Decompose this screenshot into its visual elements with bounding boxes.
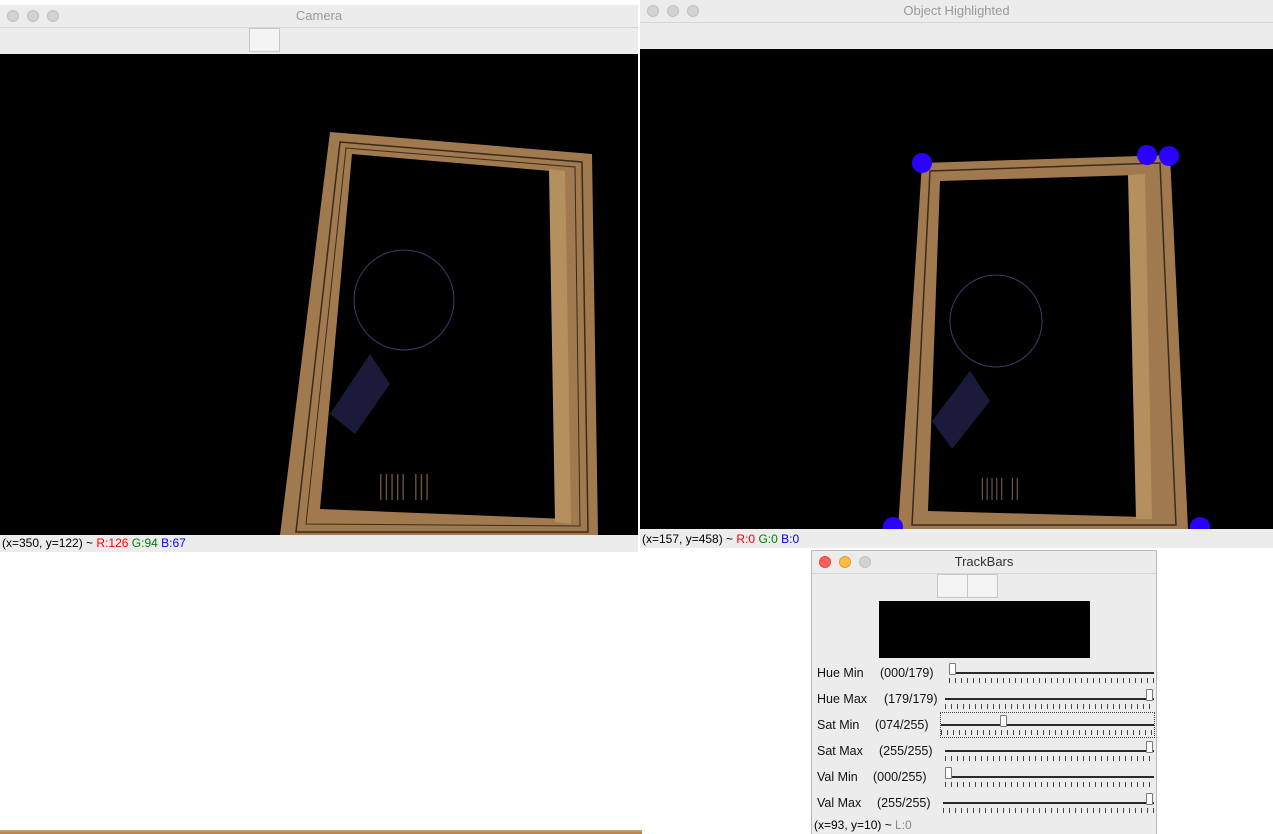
status-luminance: L:0 <box>895 818 912 832</box>
trackbar-row: Val Min (000/255) <box>812 763 1156 789</box>
toolbar-button[interactable] <box>249 28 280 52</box>
slider-thumb[interactable] <box>1146 793 1153 805</box>
trackbar-value: (179/179) <box>884 692 938 706</box>
slider-thumb[interactable] <box>1146 689 1153 701</box>
trackbar-slider[interactable] <box>943 791 1154 815</box>
corner-marker <box>912 153 932 173</box>
highlight-titlebar[interactable]: Object Highlighted <box>640 0 1273 23</box>
svg-text:||||| |||: ||||| ||| <box>378 470 430 501</box>
trackbar-label: Sat Min <box>817 718 860 732</box>
trackbar-value: (000/179) <box>880 666 934 680</box>
trackbar-row: Sat Min (074/255) <box>812 711 1156 738</box>
highlight-status-bar: (x=157, y=458) ~ R:0 G:0 B:0 <box>640 530 1273 548</box>
camera-titlebar[interactable]: Camera <box>0 5 638 28</box>
status-blue: B:67 <box>161 536 186 550</box>
window-title: Camera <box>295 8 343 23</box>
status-red: R:0 <box>736 532 756 546</box>
trackbars-window: TrackBars Hue Min (000/179) Hue Max (179/17… <box>811 550 1157 834</box>
trackbar-row: Hue Max (179/179) <box>812 685 1156 711</box>
toolbar-button[interactable] <box>967 574 998 598</box>
object-highlighted-window: Object Highlighted ||||| || (x=157, y=45… <box>640 0 1273 548</box>
highlighted-image: ||||| || <box>883 145 1210 529</box>
status-coords: (x=93, y=10) ~ <box>814 818 896 832</box>
status-blue: B:0 <box>781 532 800 546</box>
slider-ticks <box>943 808 1154 813</box>
trackbar-slider[interactable] <box>945 765 1154 789</box>
corner-marker <box>1190 517 1210 529</box>
highlight-video-frame[interactable]: ||||| || <box>640 49 1273 529</box>
status-red: R:126 <box>96 536 129 550</box>
status-green: G:0 <box>758 532 778 546</box>
trackbar-label: Sat Max <box>817 744 863 758</box>
trackbar-value: (255/255) <box>877 796 931 810</box>
corner-marker <box>1159 146 1179 166</box>
slider-track <box>945 776 1154 778</box>
slider-thumb[interactable] <box>1146 741 1153 753</box>
trackbar-slider[interactable] <box>940 712 1155 738</box>
corner-marker <box>1137 145 1157 165</box>
slider-ticks <box>945 704 1154 709</box>
slider-ticks <box>945 782 1154 787</box>
trackbar-slider[interactable] <box>945 687 1154 711</box>
slider-track <box>943 802 1154 804</box>
camera-status-bar: (x=350, y=122) ~ R:126 G:94 B:67 <box>0 535 638 552</box>
desktop-background-strip <box>1157 548 1273 834</box>
preview-image <box>879 601 1090 658</box>
highlight-toolbar <box>640 23 1273 49</box>
camera-video-frame[interactable]: ||||| ||| <box>0 54 638 535</box>
slider-thumb[interactable] <box>945 767 952 779</box>
trackbar-label: Val Max <box>817 796 862 810</box>
svg-text:||||| ||: ||||| || <box>980 475 1020 501</box>
slider-track <box>949 672 1154 674</box>
trackbar-row: Sat Max (255/255) <box>812 737 1156 763</box>
camera-window: Camera ||||| ||| (x=350, y=122) ~ R:126 … <box>0 5 638 552</box>
trackbar-row: Hue Min (000/179) <box>812 659 1156 685</box>
trackbar-label: Hue Min <box>817 666 864 680</box>
trackbar-row: Val Max (255/255) <box>812 789 1156 815</box>
trackbar-label: Hue Max <box>817 692 868 706</box>
slider-track <box>945 750 1154 752</box>
camera-toolbar <box>0 28 638 54</box>
trackbars-status-bar: (x=93, y=10) ~ L:0 <box>812 816 1156 834</box>
slider-track <box>941 724 1154 726</box>
desktop-background-strip <box>0 830 642 834</box>
slider-ticks <box>949 678 1154 683</box>
trackbar-value: (000/255) <box>873 770 927 784</box>
trackbar-label: Val Min <box>817 770 858 784</box>
camera-image: ||||| ||| <box>0 132 598 535</box>
toolbar-button[interactable] <box>937 574 968 598</box>
slider-ticks <box>941 730 1154 735</box>
trackbar-slider[interactable] <box>945 739 1154 763</box>
window-title: TrackBars <box>954 554 1014 569</box>
status-green: G:94 <box>131 536 158 550</box>
window-title: Object Highlighted <box>903 3 1010 18</box>
slider-thumb[interactable] <box>949 663 956 675</box>
slider-ticks <box>945 756 1154 761</box>
trackbar-slider[interactable] <box>949 661 1154 685</box>
trackbars-titlebar[interactable]: TrackBars <box>812 551 1156 574</box>
trackbar-value: (255/255) <box>879 744 933 758</box>
status-coords: (x=157, y=458) ~ <box>642 532 737 546</box>
slider-thumb[interactable] <box>1000 715 1007 727</box>
slider-track <box>945 698 1154 700</box>
status-coords: (x=350, y=122) ~ <box>2 536 97 550</box>
trackbar-value: (074/255) <box>875 718 929 732</box>
